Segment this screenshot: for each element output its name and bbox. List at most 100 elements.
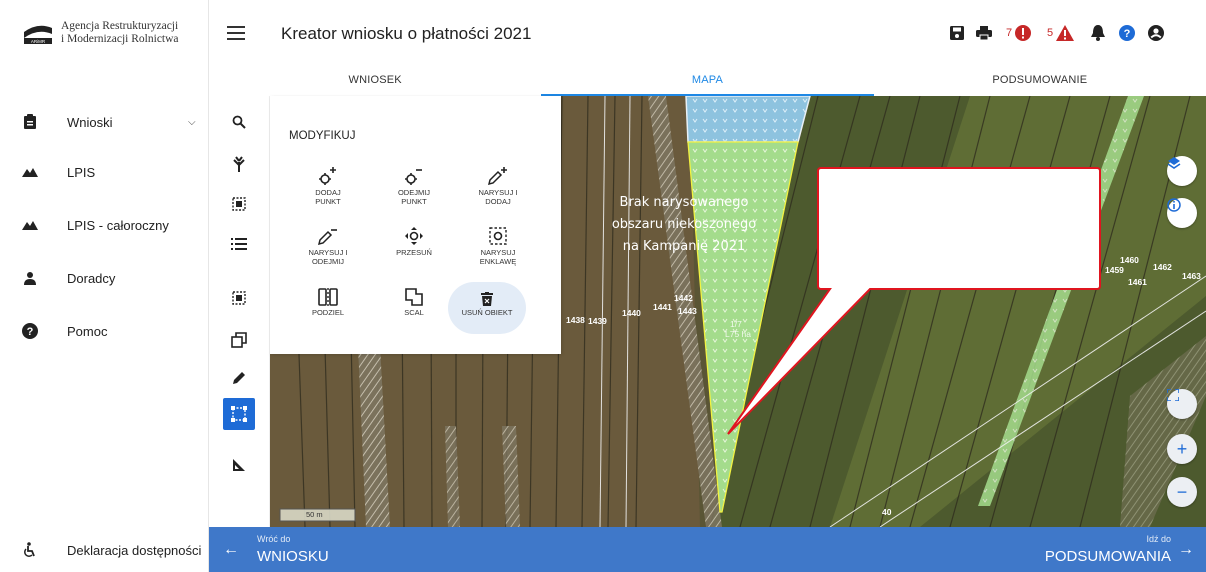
button-label: PRZESUŃ bbox=[396, 248, 432, 257]
help-icon[interactable]: ? bbox=[1119, 24, 1135, 42]
save-icon[interactable] bbox=[950, 24, 964, 42]
parcel-number: 1438 bbox=[566, 315, 585, 325]
svg-text:?: ? bbox=[27, 326, 34, 338]
sidebar-item-lpis[interactable]: LPIS bbox=[0, 157, 209, 187]
parcel-number: 1441 bbox=[653, 302, 672, 312]
wizard-navigation: ← Wróć do WNIOSKU Idź do PODSUMOWANIA → bbox=[209, 527, 1206, 572]
warnings-count: 5 bbox=[1047, 27, 1054, 39]
draw-and-add-button[interactable]: NARYSUJ I DODAJ bbox=[458, 162, 538, 214]
account-icon[interactable] bbox=[1148, 24, 1164, 42]
button-label: ENKLAWĘ bbox=[479, 256, 517, 266]
draw-add-icon bbox=[487, 167, 507, 186]
sidebar-item-label: Wnioski bbox=[67, 114, 113, 130]
arrow-left-icon: ← bbox=[223, 541, 239, 558]
zoom-out-button[interactable]: − bbox=[1167, 477, 1197, 507]
select-area-tool[interactable] bbox=[223, 188, 255, 220]
page-title: Kreator wniosku o płatności 2021 bbox=[281, 24, 532, 43]
merge-icon bbox=[405, 288, 423, 306]
measure-tool[interactable] bbox=[223, 449, 255, 481]
bell-icon[interactable] bbox=[1091, 24, 1105, 42]
sidebar: ARiMR Agencja Restrukturyzacji i Moderni… bbox=[0, 0, 209, 572]
sidebar-item-pomoc[interactable]: ? Pomoc bbox=[0, 316, 209, 346]
warnings-indicator[interactable]: 5 bbox=[1047, 24, 1075, 42]
split-button[interactable]: PODZIEL bbox=[288, 282, 368, 334]
draw-subtract-icon bbox=[317, 229, 337, 246]
parcel-number: 1460 bbox=[1120, 255, 1139, 265]
sidebar-item-label: LPIS - całoroczny bbox=[67, 217, 169, 233]
draw-enclave-button[interactable]: NARYSUJ ENKLAWĘ bbox=[458, 222, 538, 274]
zoom-in-button[interactable]: + bbox=[1167, 434, 1197, 464]
add-point-button[interactable]: DODAJ PUNKT bbox=[288, 162, 368, 214]
button-label: PUNKT bbox=[401, 196, 427, 206]
move-icon bbox=[405, 227, 423, 245]
clipboard-icon bbox=[20, 112, 40, 132]
sidebar-item-label: Pomoc bbox=[67, 323, 108, 339]
fullscreen-button[interactable] bbox=[1167, 389, 1197, 419]
pencil-icon bbox=[233, 372, 245, 384]
delete-object-button[interactable]: USUŃ OBIEKT bbox=[448, 282, 526, 334]
button-label: PODZIEL bbox=[311, 308, 345, 317]
draw-tool[interactable] bbox=[223, 362, 255, 394]
button-label: USUŃ OBIEKT bbox=[461, 308, 513, 317]
copy-tool[interactable] bbox=[223, 324, 255, 356]
fullscreen-icon bbox=[1167, 389, 1179, 401]
select-area-icon bbox=[232, 197, 246, 211]
trash-icon bbox=[481, 292, 493, 306]
tab-bar: WNIOSEK MAPA PODSUMOWANIE bbox=[209, 68, 1206, 96]
back-button[interactable]: ← Wróć do WNIOSKU bbox=[209, 527, 509, 572]
tab-wniosek[interactable]: WNIOSEK bbox=[209, 68, 541, 96]
parcel-number: 1439 bbox=[588, 316, 607, 326]
parcel-number: 1461 bbox=[1128, 277, 1147, 287]
mountain-icon bbox=[20, 215, 40, 235]
person-icon bbox=[20, 268, 40, 288]
menu-icon[interactable] bbox=[227, 26, 245, 40]
next-button[interactable]: Idź do PODSUMOWANIA → bbox=[906, 527, 1206, 572]
modify-area-icon bbox=[231, 406, 247, 422]
remove-point-button[interactable]: ODEJMIJ PUNKT bbox=[374, 162, 454, 214]
svg-text:ARiMR: ARiMR bbox=[31, 39, 46, 44]
map-toolbar bbox=[209, 96, 270, 527]
parcel-number: 1459 bbox=[1105, 265, 1124, 275]
list-icon bbox=[231, 238, 247, 250]
copy-icon bbox=[231, 332, 247, 348]
error-icon bbox=[1015, 25, 1032, 41]
parcel-area-label: L75 ha bbox=[725, 329, 751, 339]
tab-mapa[interactable]: MAPA bbox=[541, 68, 874, 96]
info-button[interactable] bbox=[1167, 198, 1197, 228]
layers-button[interactable] bbox=[1167, 156, 1197, 186]
search-tool[interactable] bbox=[223, 106, 255, 138]
measure-icon bbox=[233, 459, 245, 471]
help-icon: ? bbox=[20, 321, 40, 341]
parcel-number: 1442 bbox=[674, 293, 693, 303]
move-button[interactable]: PRZESUŃ bbox=[374, 222, 454, 274]
accessibility-icon bbox=[20, 540, 40, 560]
plant-icon bbox=[233, 156, 245, 172]
sidebar-item-wnioski[interactable]: Wnioski ⌵ bbox=[0, 107, 209, 137]
svg-text:?: ? bbox=[1124, 28, 1131, 40]
parcel-code: 1/7 bbox=[730, 319, 742, 329]
merge-button[interactable]: SCAL bbox=[374, 282, 454, 334]
sidebar-item-accessibility[interactable]: Deklaracja dostępności bbox=[0, 535, 209, 565]
arimr-logo: ARiMR bbox=[24, 25, 52, 44]
modify-tool[interactable] bbox=[223, 398, 255, 430]
modify-panel-title: MODYFIKUJ bbox=[289, 130, 356, 142]
sidebar-item-label: Deklaracja dostępności bbox=[67, 542, 202, 558]
enclave-icon bbox=[489, 227, 507, 245]
sidebar-item-lpis-caloroczny[interactable]: LPIS - całoroczny bbox=[0, 210, 209, 240]
info-icon bbox=[1167, 198, 1181, 212]
list-tool[interactable] bbox=[223, 228, 255, 260]
plant-tool[interactable] bbox=[223, 148, 255, 180]
tab-podsumowanie[interactable]: PODSUMOWANIE bbox=[874, 68, 1206, 96]
split-icon bbox=[318, 288, 338, 306]
chevron-down-icon: ⌵ bbox=[188, 116, 196, 128]
parcel-number: 1462 bbox=[1153, 262, 1172, 272]
draw-and-subtract-button[interactable]: NARYSUJ I ODEJMIJ bbox=[288, 222, 368, 274]
print-icon[interactable] bbox=[976, 24, 992, 42]
warning-icon bbox=[1056, 25, 1075, 41]
sidebar-item-doradcy[interactable]: Doradcy bbox=[0, 263, 209, 293]
minus-icon: − bbox=[1176, 482, 1188, 502]
sidebar-item-label: LPIS bbox=[67, 164, 96, 180]
errors-indicator[interactable]: 7 bbox=[1006, 24, 1032, 42]
select-object-tool[interactable] bbox=[223, 282, 255, 314]
callout-line: na Kampanię 2021 bbox=[622, 239, 746, 254]
